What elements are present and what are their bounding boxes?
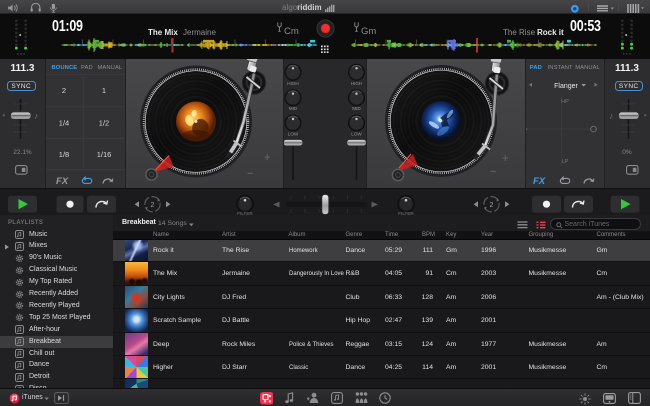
svg-text:MID: MID — [352, 106, 361, 111]
svg-text:1/2: 1/2 — [99, 118, 109, 127]
svg-text:1/16: 1/16 — [97, 150, 112, 159]
svg-text:Flanger: Flanger — [554, 83, 578, 90]
svg-text:2: 2 — [62, 86, 66, 95]
svg-text:♪: ♪ — [609, 112, 613, 121]
svg-text:♪: ♪ — [34, 112, 38, 121]
svg-text:LP: LP — [562, 159, 569, 165]
svg-text:−: − — [490, 166, 496, 178]
svg-text:LOW: LOW — [351, 132, 362, 137]
svg-text:HP: HP — [561, 99, 569, 105]
svg-text:HIGH: HIGH — [351, 81, 362, 86]
svg-text:1/4: 1/4 — [59, 118, 69, 127]
svg-text:+: + — [264, 152, 270, 164]
svg-text:HIGH: HIGH — [287, 81, 298, 86]
svg-text:2: 2 — [151, 202, 155, 209]
svg-text:−: − — [247, 168, 253, 180]
svg-text:FX: FX — [56, 176, 69, 187]
svg-text:MID: MID — [289, 106, 298, 111]
svg-text:1: 1 — [102, 86, 106, 95]
svg-text:2: 2 — [490, 202, 494, 209]
svg-text:1/8: 1/8 — [59, 150, 69, 159]
svg-text:FX: FX — [533, 176, 546, 187]
svg-text:+: + — [502, 153, 508, 165]
svg-text:LOW: LOW — [288, 132, 299, 137]
